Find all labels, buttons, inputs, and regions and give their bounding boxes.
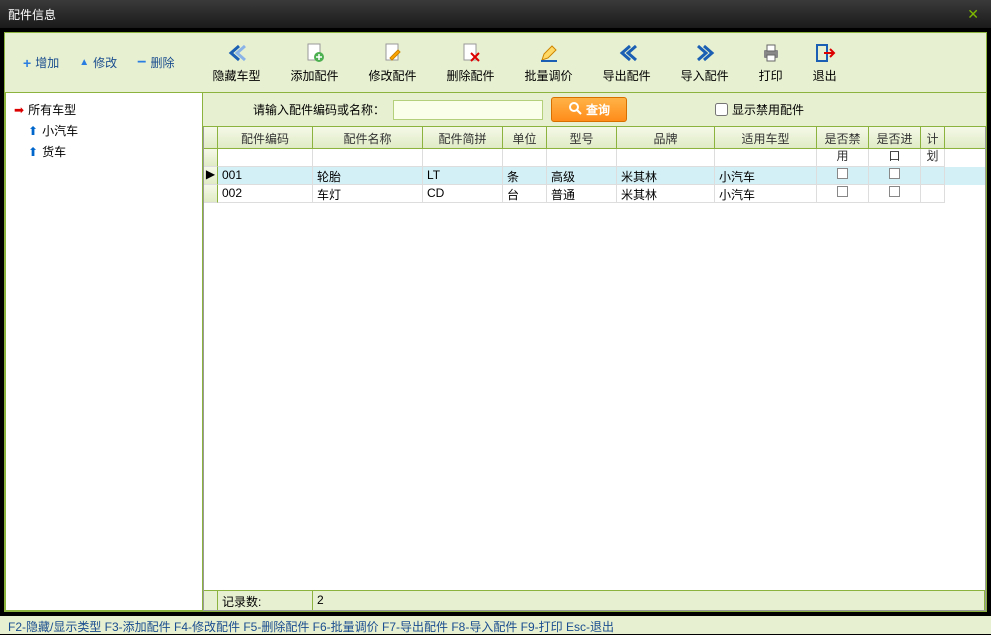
disabled-checkbox[interactable] [837,168,848,179]
add-part-button[interactable]: 添加配件 [289,37,341,88]
arrow-right-red-icon: ➡ [14,103,24,117]
import-checkbox[interactable] [889,186,900,197]
edit-label: 修改 [93,54,117,71]
document-edit-icon [381,41,405,65]
print-button[interactable]: 打印 [757,37,785,88]
hide-vehicle-label: 隐藏车型 [212,67,260,84]
delete-label: 删除 [150,54,174,71]
pencil-icon [537,41,561,65]
plus-icon: + [23,55,31,71]
row-marker-icon: ▶ [204,167,218,185]
add-part-label: 添加配件 [291,67,339,84]
col-name[interactable]: 配件名称 [313,127,423,148]
batch-price-button[interactable]: 批量调价 [523,37,575,88]
document-plus-icon [303,41,327,65]
delete-part-label: 删除配件 [447,67,495,84]
add-label: 增加 [35,54,59,71]
edit-part-button[interactable]: 修改配件 [367,37,419,88]
grid-footer: 记录数: 2 [204,590,985,610]
table-row[interactable] [204,149,985,167]
search-label: 请输入配件编码或名称： [253,101,385,118]
chevron-left-double-icon [615,41,639,65]
toolbar: + 增加 ▲ 修改 − 删除 隐藏车型 添加 [5,33,986,93]
exit-button[interactable]: 退出 [811,37,839,88]
import-part-button[interactable]: 导入配件 [679,37,731,88]
grid-header: 配件编码 配件名称 配件简拼 单位 型号 品牌 适用车型 是否禁用 是否进口 计… [204,127,985,149]
col-plan[interactable]: 计划 [921,127,945,148]
col-brand[interactable]: 品牌 [617,127,715,148]
close-icon[interactable]: ✕ [963,6,983,23]
window-title: 配件信息 [8,6,56,23]
search-bar: 请输入配件编码或名称： 查询 显示禁用配件 [203,93,986,127]
add-button[interactable]: + 增加 [15,50,67,76]
batch-price-label: 批量调价 [525,67,573,84]
import-checkbox[interactable] [889,168,900,179]
record-count-label: 记录数: [218,591,313,610]
tree-panel: ➡ 所有车型 ⬆ 小汽车 ⬆ 货车 [5,93,203,611]
delete-part-button[interactable]: 删除配件 [445,37,497,88]
titlebar: 配件信息 ✕ [0,0,991,28]
col-vehicle[interactable]: 适用车型 [715,127,817,148]
tree-item-truck[interactable]: ⬆ 货车 [10,141,198,162]
table-row[interactable]: 002 车灯 CD 台 普通 米其林 小汽车 [204,185,985,203]
search-input[interactable] [393,100,543,120]
disabled-checkbox[interactable] [837,186,848,197]
import-part-label: 导入配件 [681,67,729,84]
hide-vehicle-button[interactable]: 隐藏车型 [210,37,262,88]
col-code[interactable]: 配件编码 [218,127,313,148]
query-label: 查询 [586,101,610,118]
exit-label: 退出 [813,67,837,84]
record-count-value: 2 [313,591,985,610]
col-import[interactable]: 是否进口 [869,127,921,148]
tree-item-all[interactable]: ➡ 所有车型 [10,99,198,120]
edit-part-label: 修改配件 [369,67,417,84]
chevron-left-icon [224,41,248,65]
table-row[interactable]: ▶ 001 轮胎 LT 条 高级 米其林 小汽车 [204,167,985,185]
col-pinyin[interactable]: 配件简拼 [423,127,503,148]
show-disabled-checkbox[interactable] [715,103,728,116]
show-disabled-label: 显示禁用配件 [732,101,804,118]
arrow-up-blue-icon: ⬆ [28,145,38,159]
tree-label: 所有车型 [28,101,76,118]
export-part-label: 导出配件 [603,67,651,84]
exit-icon [813,41,837,65]
statusbar: F2-隐藏/显示类型 F3-添加配件 F4-修改配件 F5-删除配件 F6-批量… [0,616,991,634]
chevron-right-double-icon [693,41,717,65]
arrow-up-blue-icon: ⬆ [28,124,38,138]
tree-label: 货车 [42,143,66,160]
tree-label: 小汽车 [42,122,78,139]
print-label: 打印 [759,67,783,84]
export-part-button[interactable]: 导出配件 [601,37,653,88]
tree-item-car[interactable]: ⬆ 小汽车 [10,120,198,141]
minus-icon: − [137,54,146,72]
col-disabled[interactable]: 是否禁用 [817,127,869,148]
printer-icon [759,41,783,65]
delete-button[interactable]: − 删除 [129,50,182,76]
document-delete-icon [459,41,483,65]
col-model[interactable]: 型号 [547,127,617,148]
query-button[interactable]: 查询 [551,97,627,122]
magnifier-icon [568,101,582,118]
edit-button[interactable]: ▲ 修改 [71,50,125,76]
triangle-up-icon: ▲ [79,57,89,68]
col-unit[interactable]: 单位 [503,127,547,148]
data-grid: 配件编码 配件名称 配件简拼 单位 型号 品牌 适用车型 是否禁用 是否进口 计… [203,127,986,611]
